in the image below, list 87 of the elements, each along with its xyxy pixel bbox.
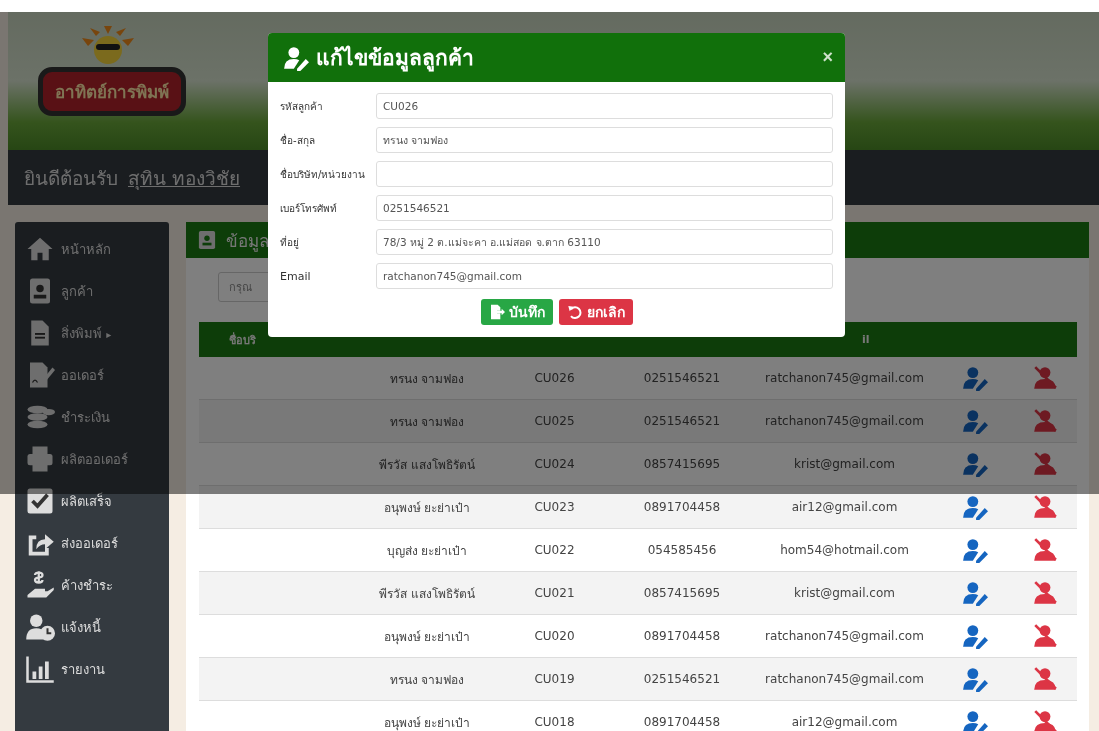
- user-delete-icon[interactable]: [1031, 623, 1058, 649]
- input-field[interactable]: [376, 161, 833, 187]
- user-edit-icon[interactable]: [961, 666, 988, 692]
- contact-icon: [198, 230, 216, 250]
- input-field[interactable]: ratchanon745@gmail.com: [376, 263, 833, 289]
- close-button[interactable]: ×: [822, 47, 833, 68]
- table-cell-text: CU024: [533, 457, 576, 471]
- user-delete-icon[interactable]: [1031, 365, 1058, 391]
- table-cell-text: บุญส่ง ยะย่าเป๋า: [385, 542, 469, 560]
- user-delete-icon[interactable]: [1031, 580, 1058, 606]
- user-edit-icon[interactable]: [961, 494, 988, 520]
- undo-icon: [566, 304, 583, 320]
- user-delete-icon[interactable]: [1031, 666, 1058, 692]
- user-delete-icon[interactable]: [1031, 451, 1058, 477]
- field-label: รหัสลูกค้า: [280, 100, 324, 114]
- user-edit-icon[interactable]: [961, 709, 988, 731]
- table-cell-text: 0891704458: [642, 715, 722, 729]
- user-delete-icon[interactable]: [1031, 537, 1058, 563]
- table-cell-text: CU023: [533, 500, 576, 514]
- table-cell-text: 054585456: [646, 543, 718, 557]
- table-cell-text: krist@gmail.com: [793, 586, 896, 600]
- table-cell-text: 0251546521: [642, 371, 722, 385]
- table-cell-text: อนุพงษ์ ยะย่าเป๋า: [382, 714, 472, 731]
- print-icon: [25, 444, 55, 474]
- table-cell-text: 0251546521: [642, 414, 722, 428]
- table-cell-text: air12@gmail.com: [790, 500, 899, 514]
- input-field[interactable]: 0251546521: [376, 195, 833, 221]
- table-cell-text: 0891704458: [642, 629, 722, 643]
- field-label: Email: [280, 269, 312, 284]
- table-cell-text: ทรนง จามฟอง: [388, 671, 466, 689]
- table-cell-text: CU020: [533, 629, 576, 643]
- user-edit-icon[interactable]: [961, 408, 988, 434]
- table-cell-text: อนุพงษ์ ยะย่าเป๋า: [382, 628, 472, 646]
- table-cell-text: ratchanon745@gmail.com: [764, 414, 925, 428]
- table-cell-text: 0857415695: [642, 586, 722, 600]
- table-cell-text: CU021: [533, 586, 576, 600]
- chart-icon: [25, 654, 55, 684]
- user-delete-icon[interactable]: [1031, 408, 1058, 434]
- input-field[interactable]: CU026: [376, 93, 833, 119]
- table-cell-text: 0857415695: [642, 457, 722, 471]
- table-cell-text: 0891704458: [642, 500, 722, 514]
- field-label: ที่อยู่: [280, 234, 300, 250]
- table-cell-text: ratchanon745@gmail.com: [764, 629, 925, 643]
- input-field[interactable]: ทรนง จามฟอง: [376, 127, 833, 153]
- column-header: il: [861, 333, 871, 346]
- check-icon: [25, 486, 55, 516]
- table-cell-text: CU026: [533, 371, 576, 385]
- table-cell-text: ทรนง จามฟอง: [388, 370, 466, 388]
- sidebar-item[interactable]: รายงาน: [15, 648, 169, 690]
- table-cell-text: ratchanon745@gmail.com: [764, 371, 925, 385]
- user-delete-icon[interactable]: [1031, 494, 1058, 520]
- table-cell-text: CU018: [533, 715, 576, 729]
- table-cell-text: hom54@hotmail.com: [779, 543, 910, 557]
- table-cell-text: CU025: [533, 414, 576, 428]
- column-header: ชื่อบริ: [228, 331, 257, 349]
- user-delete-icon[interactable]: [1031, 709, 1058, 731]
- user-edit-icon[interactable]: [961, 623, 988, 649]
- sidebar-item[interactable]: แจ้งหนี้: [15, 606, 169, 648]
- sidebar-item[interactable]: ผลิตเสร็จ: [15, 480, 169, 522]
- field-label: เบอร์โทรศัพท์: [280, 202, 338, 216]
- table-cell-text: พีรวัส แสงโพธิรัตน์: [378, 585, 476, 603]
- table-cell-text: ทรนง จามฟอง: [388, 413, 466, 431]
- clock-icon: [25, 612, 55, 642]
- money-icon: [25, 570, 55, 600]
- user-edit-icon[interactable]: [961, 580, 988, 606]
- input-field[interactable]: 78/3 หมู่ 2 ต.แม่จะคา อ.แม่สอด จ.ตาก 63110: [376, 229, 833, 255]
- cancel-button[interactable]: ยกเลิก: [558, 299, 633, 325]
- logo-text: อาทิตย์การพิมพ์: [38, 66, 186, 116]
- sidebar-item[interactable]: ส่งออเดอร์: [15, 522, 169, 564]
- table-cell-text: 0251546521: [642, 672, 722, 686]
- table-cell-text: air12@gmail.com: [790, 715, 899, 729]
- user-edit-icon[interactable]: [961, 537, 988, 563]
- table-cell-text: ratchanon745@gmail.com: [764, 672, 925, 686]
- table-cell-text: อนุพงษ์ ยะย่าเป๋า: [382, 499, 472, 517]
- table-cell-text: พีรวัส แสงโพธิรัตน์: [378, 456, 476, 474]
- user-edit-icon[interactable]: [961, 451, 988, 477]
- field-label: ชื่อบริษัท/หน่วยงาน: [280, 166, 367, 182]
- table-cell-text: krist@gmail.com: [793, 457, 896, 471]
- field-label: ชื่อ-สกุล: [280, 132, 316, 148]
- welcome-text: ยินดีต้อนรับ: [24, 165, 118, 191]
- user-edit-icon[interactable]: [961, 365, 988, 391]
- table-cell-text: CU019: [533, 672, 576, 686]
- file-arrow-icon: [488, 304, 505, 320]
- table-cell-text: CU022: [533, 543, 576, 557]
- sidebar-item[interactable]: ค้างชำระ: [15, 564, 169, 606]
- dialog-title: แก้ไขข้อมูลลูกค้า: [316, 44, 475, 74]
- panel-title: ข้อมูล: [226, 229, 269, 254]
